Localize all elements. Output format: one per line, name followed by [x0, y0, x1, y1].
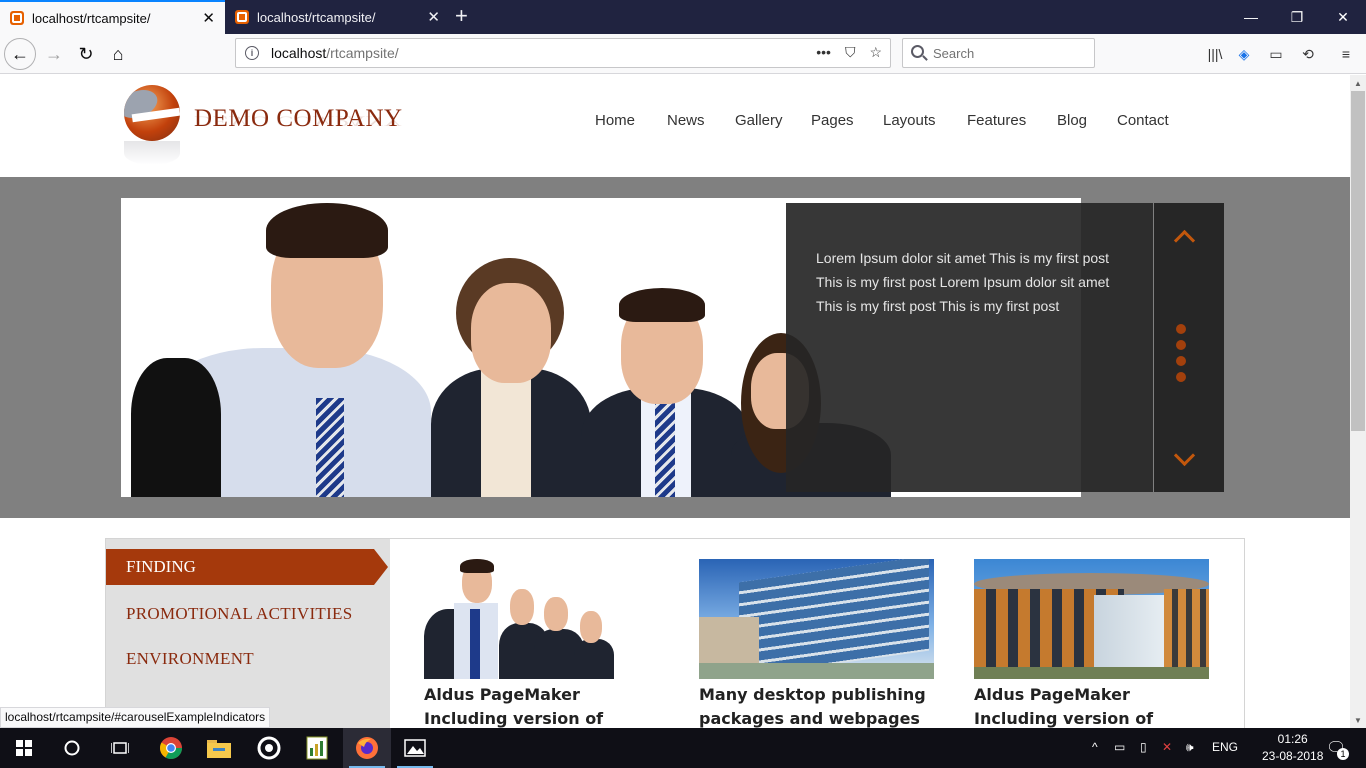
browser-tab[interactable]: localhost/rtcampsite/ ✕ — [225, 0, 450, 34]
network-icon[interactable]: ▭ — [1114, 740, 1125, 754]
content-section: FINDING PROMOTIONAL ACTIVITIES ENVIRONME… — [105, 538, 1245, 728]
firefox-icon[interactable] — [343, 728, 391, 768]
sidebar-item-finding[interactable]: FINDING — [106, 549, 388, 585]
media-app-icon[interactable] — [245, 728, 293, 768]
link-status-bar: localhost/rtcampsite/#carouselExampleInd… — [0, 707, 271, 728]
menu-hamburger-icon[interactable]: ≡ — [1334, 42, 1358, 66]
tab-title: localhost/rtcampsite/ — [32, 10, 151, 26]
nav-home[interactable]: Home — [595, 112, 635, 129]
show-hidden-icons-icon[interactable]: ^ — [1092, 740, 1098, 754]
windows-start-icon[interactable] — [0, 728, 48, 768]
card-title[interactable]: Aldus PageMaker Including version of Lor… — [424, 683, 660, 728]
os-taskbar: ^ ▭ ▯ ✕ 🕪 ENG 01:26 23-08-2018 🗨 1 — [0, 728, 1366, 768]
clock-time: 01:26 — [1277, 732, 1308, 746]
sidebar-item-environment[interactable]: ENVIRONMENT — [126, 649, 254, 669]
business-team-photo[interactable] — [424, 559, 659, 679]
company-logo-icon[interactable] — [124, 85, 180, 141]
content-card[interactable]: Aldus PageMaker Including version of Lor… — [974, 559, 1210, 728]
content-card[interactable]: Aldus PageMaker Including version of Lor… — [424, 559, 660, 728]
carousel-prev-arrow-icon[interactable] — [1174, 227, 1192, 245]
card-title[interactable]: Aldus PageMaker Including version of Lor… — [974, 683, 1210, 728]
language-indicator[interactable]: ENG — [1212, 740, 1238, 754]
search-input[interactable]: Search — [902, 38, 1095, 68]
close-icon[interactable]: ✕ — [427, 8, 440, 26]
scroll-down-icon[interactable]: ▼ — [1350, 712, 1366, 728]
notification-count-badge: 1 — [1337, 748, 1349, 760]
modern-office-building-photo[interactable] — [974, 559, 1209, 679]
home-icon[interactable]: ⌂ — [102, 38, 134, 70]
content-card[interactable]: Many desktop publishing packages and web… — [699, 559, 935, 728]
browser-toolbar: ← → ↻ ⌂ i localhost/rtcampsite/ ••• ⛉ ☆ … — [0, 34, 1366, 74]
person-figure — [131, 198, 451, 497]
pocket-icon[interactable]: ⛉ — [845, 44, 856, 61]
carousel-caption: Lorem Ipsum dolor sit amet This is my fi… — [786, 203, 1153, 492]
page-scrollbar[interactable]: ▲ ▼ — [1350, 75, 1366, 728]
network-disconnected-icon[interactable]: ✕ — [1162, 740, 1172, 754]
glass-office-building-photo[interactable] — [699, 559, 934, 679]
nav-gallery[interactable]: Gallery — [735, 112, 783, 129]
extension-icon[interactable]: ◈ — [1232, 42, 1256, 66]
system-clock[interactable]: 01:26 23-08-2018 — [1262, 731, 1323, 765]
back-arrow-icon[interactable]: ← — [4, 38, 36, 70]
page-viewport: DEMO COMPANY DEMO COMPANY Home News Gall… — [0, 75, 1350, 728]
reload-icon[interactable]: ↻ — [70, 38, 102, 70]
nav-features[interactable]: Features — [967, 112, 1026, 129]
browser-tab-active[interactable]: localhost/rtcampsite/ ✕ — [0, 0, 225, 34]
site-info-icon[interactable]: i — [245, 46, 259, 60]
search-circle-icon[interactable] — [48, 728, 96, 768]
sidebar-item-promotional-activities[interactable]: PROMOTIONAL ACTIVITIES — [126, 604, 353, 624]
carousel-indicator[interactable] — [1176, 324, 1186, 334]
new-tab-plus-icon[interactable]: + — [455, 5, 468, 27]
scrollbar-thumb[interactable] — [1351, 91, 1365, 431]
site-favicon-icon — [10, 11, 24, 25]
volume-icon[interactable]: 🕪 — [1186, 740, 1194, 755]
category-sidebar: FINDING PROMOTIONAL ACTIVITIES ENVIRONME… — [106, 539, 390, 728]
chrome-icon[interactable] — [147, 728, 195, 768]
carousel-indicator[interactable] — [1176, 340, 1186, 350]
page-actions-icon[interactable]: ••• — [816, 44, 831, 61]
clock-date: 23-08-2018 — [1262, 749, 1324, 763]
address-text[interactable]: localhost/rtcampsite/ — [271, 45, 399, 61]
caption-text: Lorem Ipsum dolor sit amet This is my fi… — [816, 250, 1110, 314]
nav-news[interactable]: News — [667, 112, 705, 129]
person-figure — [581, 288, 751, 497]
search-icon — [911, 45, 924, 58]
scroll-up-icon[interactable]: ▲ — [1350, 75, 1366, 91]
site-header: DEMO COMPANY DEMO COMPANY Home News Gall… — [0, 75, 1350, 177]
spreadsheet-app-icon[interactable] — [293, 728, 341, 768]
carousel-indicator[interactable] — [1176, 372, 1186, 382]
minimize-icon[interactable]: — — [1228, 0, 1274, 34]
nav-pages[interactable]: Pages — [811, 112, 854, 129]
person-figure — [421, 258, 591, 497]
sync-icon[interactable]: ⟲ — [1296, 42, 1320, 66]
close-window-icon[interactable]: ✕ — [1320, 0, 1366, 34]
library-icon[interactable]: |||\ — [1203, 42, 1227, 66]
file-explorer-icon[interactable] — [195, 728, 243, 768]
sidebar-item-label: FINDING — [126, 557, 196, 576]
browser-tab-strip: localhost/rtcampsite/ ✕ localhost/rtcamp… — [0, 0, 1366, 34]
task-view-icon[interactable] — [96, 728, 144, 768]
sidebar-toggle-icon[interactable]: ▭ — [1264, 42, 1288, 66]
carousel-controls — [1154, 203, 1224, 492]
restore-icon[interactable]: ❐ — [1274, 0, 1320, 34]
card-title[interactable]: Many desktop publishing packages and web… — [699, 683, 935, 728]
nav-layouts[interactable]: Layouts — [883, 112, 936, 129]
logo-reflection — [124, 141, 180, 165]
site-favicon-icon — [235, 10, 249, 24]
carousel-indicator[interactable] — [1176, 356, 1186, 366]
close-icon[interactable]: ✕ — [202, 9, 215, 27]
tab-title: localhost/rtcampsite/ — [257, 9, 376, 25]
battery-icon[interactable]: ▯ — [1140, 740, 1147, 754]
photos-app-icon[interactable] — [391, 728, 439, 768]
carousel-next-arrow-icon[interactable] — [1174, 449, 1192, 467]
address-bar[interactable]: i localhost/rtcampsite/ ••• ⛉ ☆ — [235, 38, 891, 68]
bookmark-star-icon[interactable]: ☆ — [869, 44, 882, 61]
nav-blog[interactable]: Blog — [1057, 112, 1087, 129]
nav-contact[interactable]: Contact — [1117, 112, 1169, 129]
carousel-section: Lorem Ipsum dolor sit amet This is my fi… — [0, 177, 1350, 518]
brand-reflection: DEMO COMPANY — [194, 112, 403, 129]
forward-arrow-icon[interactable]: → — [38, 38, 70, 70]
